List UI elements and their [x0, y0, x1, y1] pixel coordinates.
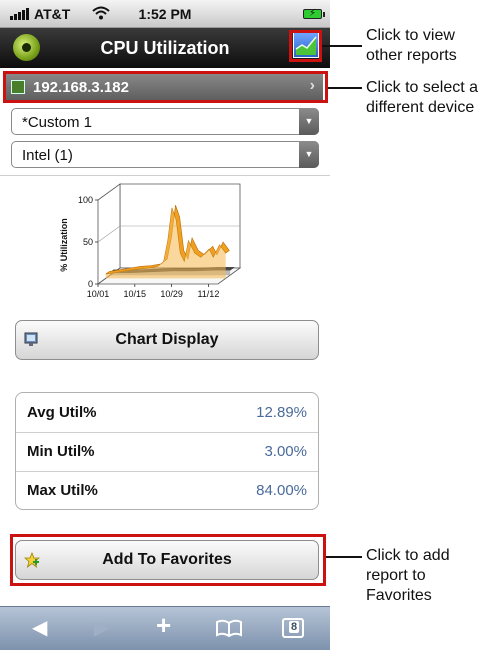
- y-tick-label: 50: [83, 237, 93, 247]
- callout-line-text: different device: [366, 99, 475, 116]
- stat-row-min: Min Util% 3.00%: [16, 432, 318, 471]
- y-tick-label: 100: [78, 195, 93, 205]
- stat-label: Min Util%: [27, 443, 95, 460]
- callout-line-text: Favorites: [366, 587, 432, 604]
- x-tick-label: 10/29: [160, 289, 183, 299]
- stat-label: Max Util%: [27, 482, 98, 499]
- callout-line-text: other reports: [366, 47, 457, 64]
- chart-display-button[interactable]: Chart Display: [15, 320, 319, 360]
- x-tick-label: 10/15: [124, 289, 147, 299]
- callout-reports: Click to view other reports: [366, 26, 457, 66]
- tab-count: 8: [289, 621, 299, 633]
- stat-row-max: Max Util% 84.00%: [16, 471, 318, 510]
- highlight-reports-button: [289, 30, 322, 62]
- page-title: CPU Utilization: [100, 38, 230, 58]
- cpu-select-value: Intel (1): [22, 147, 73, 164]
- callout-line-text: Click to view: [366, 27, 455, 44]
- annotated-screenshot: AT&T 1:52 PM ⚡ CPU Utilization 192.168.3…: [0, 0, 504, 650]
- y-axis-label: % Utilization: [59, 218, 69, 272]
- cpu-select[interactable]: Intel (1) ▼: [11, 141, 319, 168]
- callout-device: Click to select a different device: [366, 78, 478, 118]
- bookmarks-book-icon[interactable]: [216, 619, 242, 637]
- display-settings-icon: [24, 332, 38, 346]
- callout-line-text: report to: [366, 567, 426, 584]
- battery-charging-icon: ⚡: [303, 8, 325, 19]
- add-bookmark-icon[interactable]: +: [156, 610, 171, 641]
- callout-line-text: Click to select a: [366, 79, 479, 96]
- stat-value: 3.00%: [264, 443, 307, 460]
- chevron-down-icon: ▼: [299, 141, 319, 168]
- highlight-favorites-button: [10, 534, 326, 586]
- iphone-screen: AT&T 1:52 PM ⚡ CPU Utilization 192.168.3…: [0, 0, 330, 650]
- stat-value: 12.89%: [256, 404, 307, 421]
- callout-pointer-device: [328, 87, 362, 89]
- callout-pointer-reports: [322, 45, 362, 47]
- forward-arrow-icon[interactable]: ▶: [94, 615, 109, 640]
- x-tick-label: 10/01: [87, 289, 110, 299]
- back-arrow-icon[interactable]: ◀: [32, 615, 47, 640]
- tabs-icon[interactable]: 8: [282, 618, 304, 638]
- y-tick-label: 0: [88, 279, 93, 289]
- chart-display-label: Chart Display: [115, 331, 219, 348]
- highlight-device-selector: [3, 71, 328, 103]
- stat-label: Avg Util%: [27, 404, 97, 421]
- chevron-down-icon: ▼: [299, 108, 319, 135]
- stat-row-avg: Avg Util% 12.89%: [16, 393, 318, 432]
- divider: [0, 175, 330, 176]
- clock: 1:52 PM: [138, 6, 192, 22]
- utilization-stats-table: Avg Util% 12.89% Min Util% 3.00% Max Uti…: [15, 392, 319, 510]
- callout-pointer-favorites: [326, 556, 362, 558]
- cpu-utilization-chart: 0 50 100 10/01 10/15 10/29 11/12 % Utilization: [59, 183, 242, 299]
- x-tick-label: 11/12: [197, 289, 219, 299]
- callout-favorites: Click to add report to Favorites: [366, 546, 450, 606]
- stat-value: 84.00%: [256, 482, 307, 499]
- report-select[interactable]: *Custom 1 ▼: [11, 108, 319, 135]
- report-select-value: *Custom 1: [22, 114, 93, 131]
- navigation-bar: CPU Utilization: [0, 28, 330, 68]
- browser-toolbar: ◀ ▶ + 8: [0, 606, 330, 650]
- status-bar: AT&T 1:52 PM ⚡: [0, 0, 330, 28]
- callout-line-text: Click to add: [366, 547, 450, 564]
